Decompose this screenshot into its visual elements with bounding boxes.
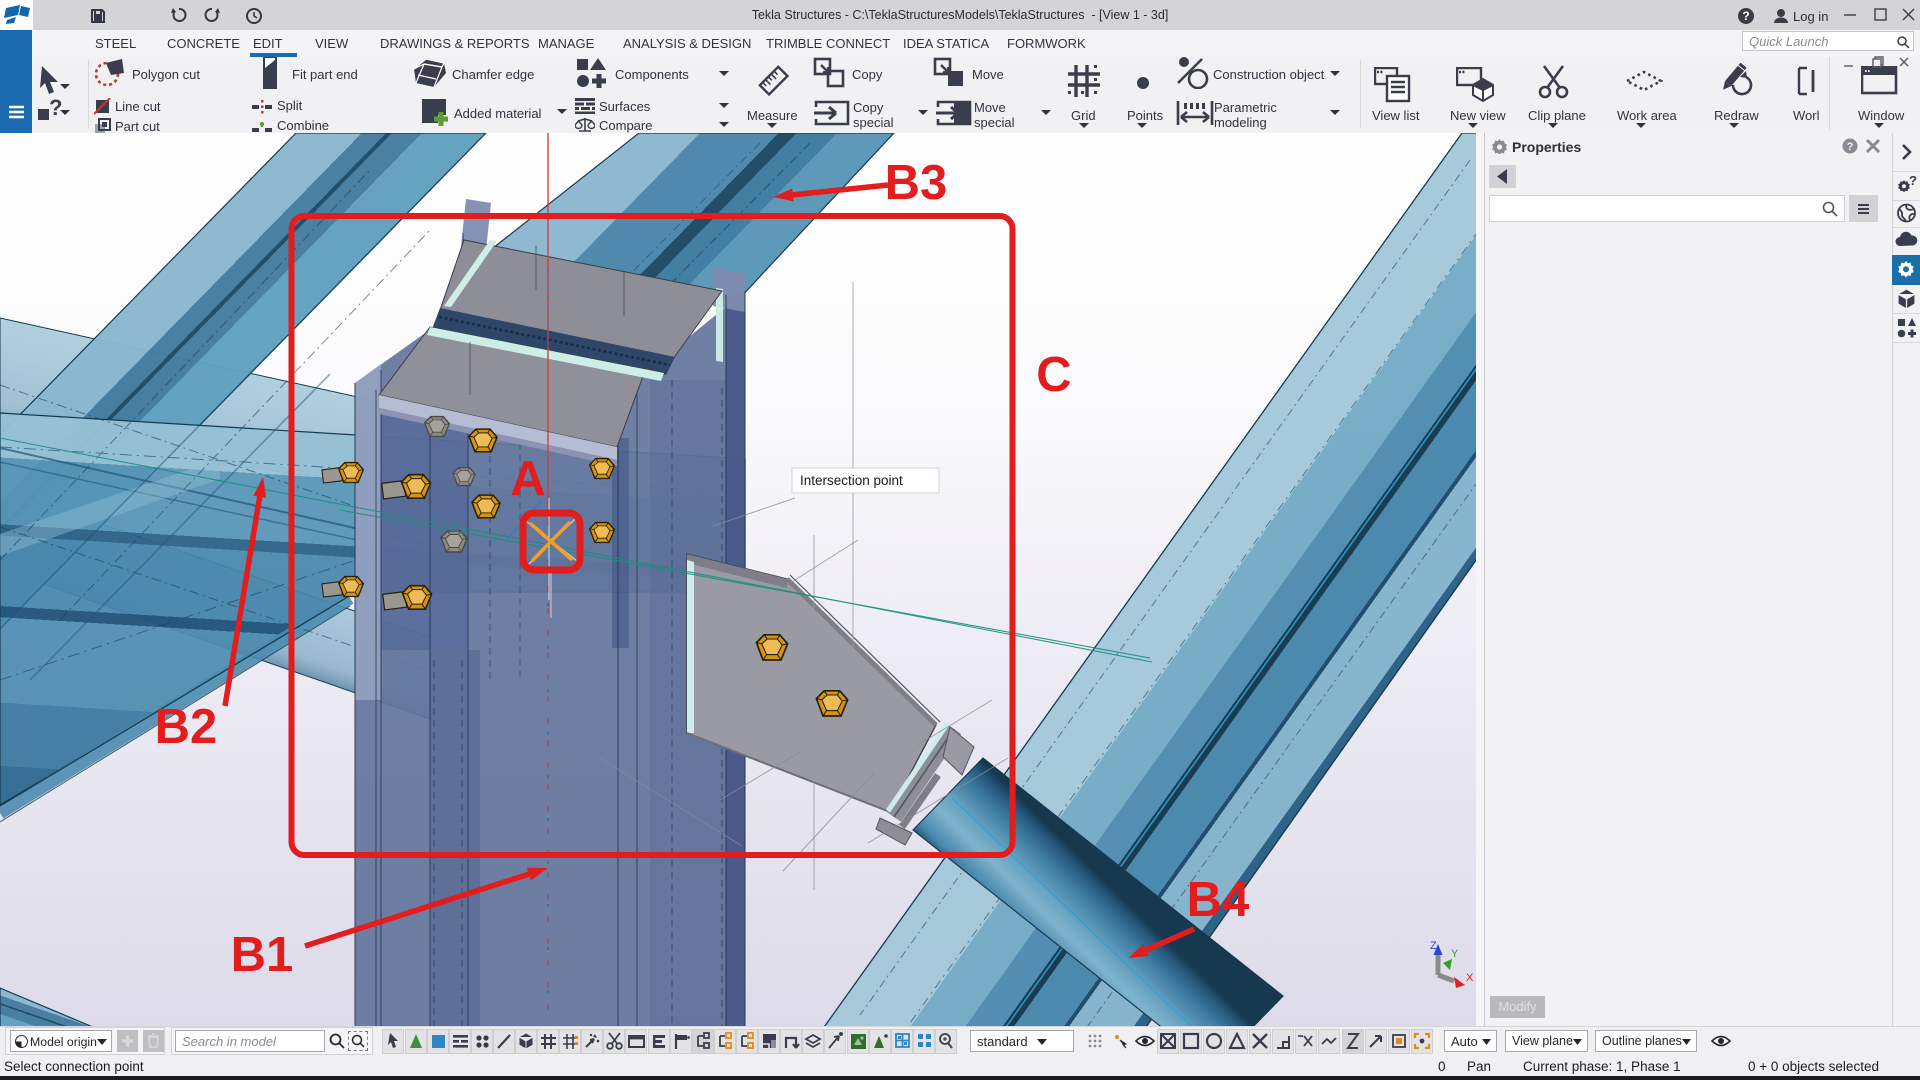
svg-text:?: ? — [1909, 173, 1917, 188]
svg-text:B2: B2 — [155, 700, 218, 754]
svg-text:B3: B3 — [885, 156, 948, 210]
svg-text:Intersection point: Intersection point — [800, 473, 903, 488]
svg-text:X: X — [1466, 972, 1474, 984]
svg-text:A: A — [510, 452, 545, 506]
svg-text:?: ? — [1847, 141, 1854, 153]
svg-text:Y: Y — [1451, 948, 1459, 960]
svg-text:?: ? — [1742, 9, 1749, 23]
svg-text:C: C — [1036, 348, 1071, 402]
svg-text:Z: Z — [1430, 940, 1437, 952]
svg-text:B1: B1 — [231, 928, 294, 982]
svg-text:B4: B4 — [1187, 873, 1250, 927]
